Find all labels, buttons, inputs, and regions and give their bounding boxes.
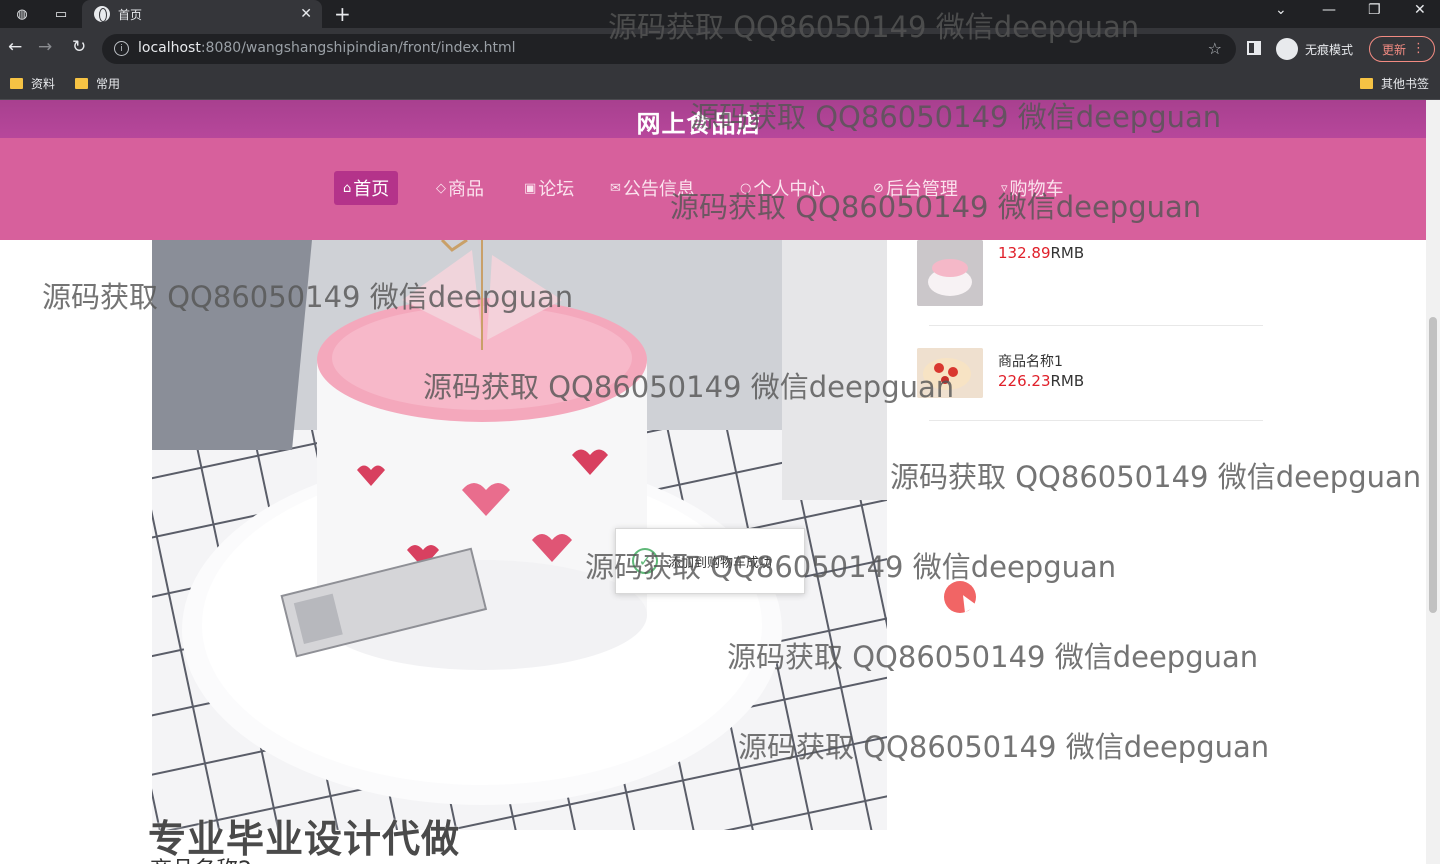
update-button[interactable]: 更新 ⋮ bbox=[1369, 36, 1435, 62]
watermark: 源码获取 QQ86050149 微信deepguan bbox=[738, 730, 1270, 764]
bookmark-folder-ziliao[interactable]: 资料 bbox=[10, 75, 55, 92]
forward-icon[interactable]: → bbox=[38, 37, 52, 57]
globe-icon bbox=[94, 6, 110, 22]
divider bbox=[929, 325, 1263, 326]
watermark: 源码获取 QQ86050149 微信deepguan bbox=[585, 550, 1117, 584]
maximize-icon[interactable]: ❐ bbox=[1368, 2, 1381, 18]
side-panel-icon[interactable] bbox=[1247, 41, 1261, 55]
other-bookmarks[interactable]: 其他书签 bbox=[1360, 75, 1429, 92]
tab-title: 首页 bbox=[118, 7, 143, 22]
product-price: 132.89RMB bbox=[998, 244, 1084, 262]
reload-icon[interactable]: ↻ bbox=[72, 37, 86, 57]
watermark: 源码获取 QQ86050149 微信deepguan bbox=[608, 10, 1140, 44]
back-icon[interactable]: ← bbox=[8, 37, 22, 57]
home-icon: ⌂ bbox=[343, 180, 352, 196]
folder-icon bbox=[1360, 78, 1373, 89]
scroll-thumb[interactable] bbox=[1429, 317, 1437, 613]
menu-dots-icon: ⋮ bbox=[1412, 41, 1425, 56]
nav-home[interactable]: ⌂ 首页 bbox=[334, 171, 399, 205]
nav-label: 首页 bbox=[353, 179, 390, 200]
price-value: 226.23 bbox=[998, 372, 1051, 390]
incognito-label: 无痕模式 bbox=[1305, 42, 1354, 57]
folder-icon bbox=[10, 78, 23, 89]
update-label: 更新 bbox=[1382, 42, 1407, 57]
new-tab-icon[interactable]: + bbox=[334, 2, 351, 26]
site-info-icon[interactable]: i bbox=[114, 41, 129, 56]
price-currency: RMB bbox=[1050, 244, 1085, 262]
product-name[interactable]: 商品名称1 bbox=[998, 351, 1063, 371]
other-bookmarks-label: 其他书签 bbox=[1381, 77, 1430, 91]
bookmark-star-icon[interactable]: ☆ bbox=[1208, 39, 1222, 58]
incognito-indicator[interactable]: 无痕模式 bbox=[1276, 37, 1353, 61]
watermark: 源码获取 QQ86050149 微信deepguan bbox=[670, 190, 1202, 224]
gift-icon: ▣ bbox=[524, 180, 537, 196]
bookmark-label: 常用 bbox=[96, 77, 121, 91]
minimize-icon[interactable]: — bbox=[1322, 2, 1336, 18]
mail-icon: ✉ bbox=[610, 180, 621, 196]
tab-search-icon[interactable]: ▭ bbox=[46, 2, 76, 26]
tab-list-icon[interactable]: ⌄ bbox=[1275, 2, 1287, 18]
url-text[interactable]: localhost:8080/wangshangshipindian/front… bbox=[138, 40, 516, 56]
close-tab-icon[interactable]: ✕ bbox=[300, 6, 312, 22]
nav-forum[interactable]: ▣ 论坛 bbox=[515, 171, 583, 205]
bookmark-folder-changyong[interactable]: 常用 bbox=[75, 75, 120, 92]
overlay-banner: 专业毕业设计代做 bbox=[148, 817, 461, 861]
divider bbox=[929, 420, 1263, 421]
cake-thumbnail bbox=[917, 240, 983, 306]
price-value: 132.89 bbox=[998, 244, 1051, 262]
watermark: 源码获取 QQ86050149 微信deepguan bbox=[727, 640, 1259, 674]
product-thumbnail[interactable] bbox=[917, 240, 983, 306]
browser-tab[interactable]: 首页 ✕ bbox=[82, 0, 322, 28]
scrollbar[interactable] bbox=[1426, 100, 1440, 864]
nav-label: 论坛 bbox=[538, 179, 575, 200]
tag-icon: ◇ bbox=[436, 180, 446, 196]
watermark: 源码获取 QQ86050149 微信deepguan bbox=[423, 370, 955, 404]
nav-label: 商品 bbox=[448, 179, 484, 200]
close-window-icon[interactable]: ✕ bbox=[1414, 2, 1426, 18]
folder-icon bbox=[75, 78, 88, 89]
browser-logo-icon[interactable]: ◍ bbox=[8, 2, 36, 26]
watermark: 源码获取 QQ86050149 微信deepguan bbox=[690, 100, 1222, 134]
bookmark-label: 资料 bbox=[31, 77, 56, 91]
product-price: 226.23RMB bbox=[998, 372, 1084, 390]
price-currency: RMB bbox=[1050, 372, 1085, 390]
nav-products[interactable]: ◇ 商品 bbox=[427, 171, 493, 205]
watermark: 源码获取 QQ86050149 微信deepguan bbox=[42, 280, 574, 314]
watermark: 源码获取 QQ86050149 微信deepguan bbox=[890, 460, 1422, 494]
incognito-icon bbox=[1276, 38, 1298, 60]
